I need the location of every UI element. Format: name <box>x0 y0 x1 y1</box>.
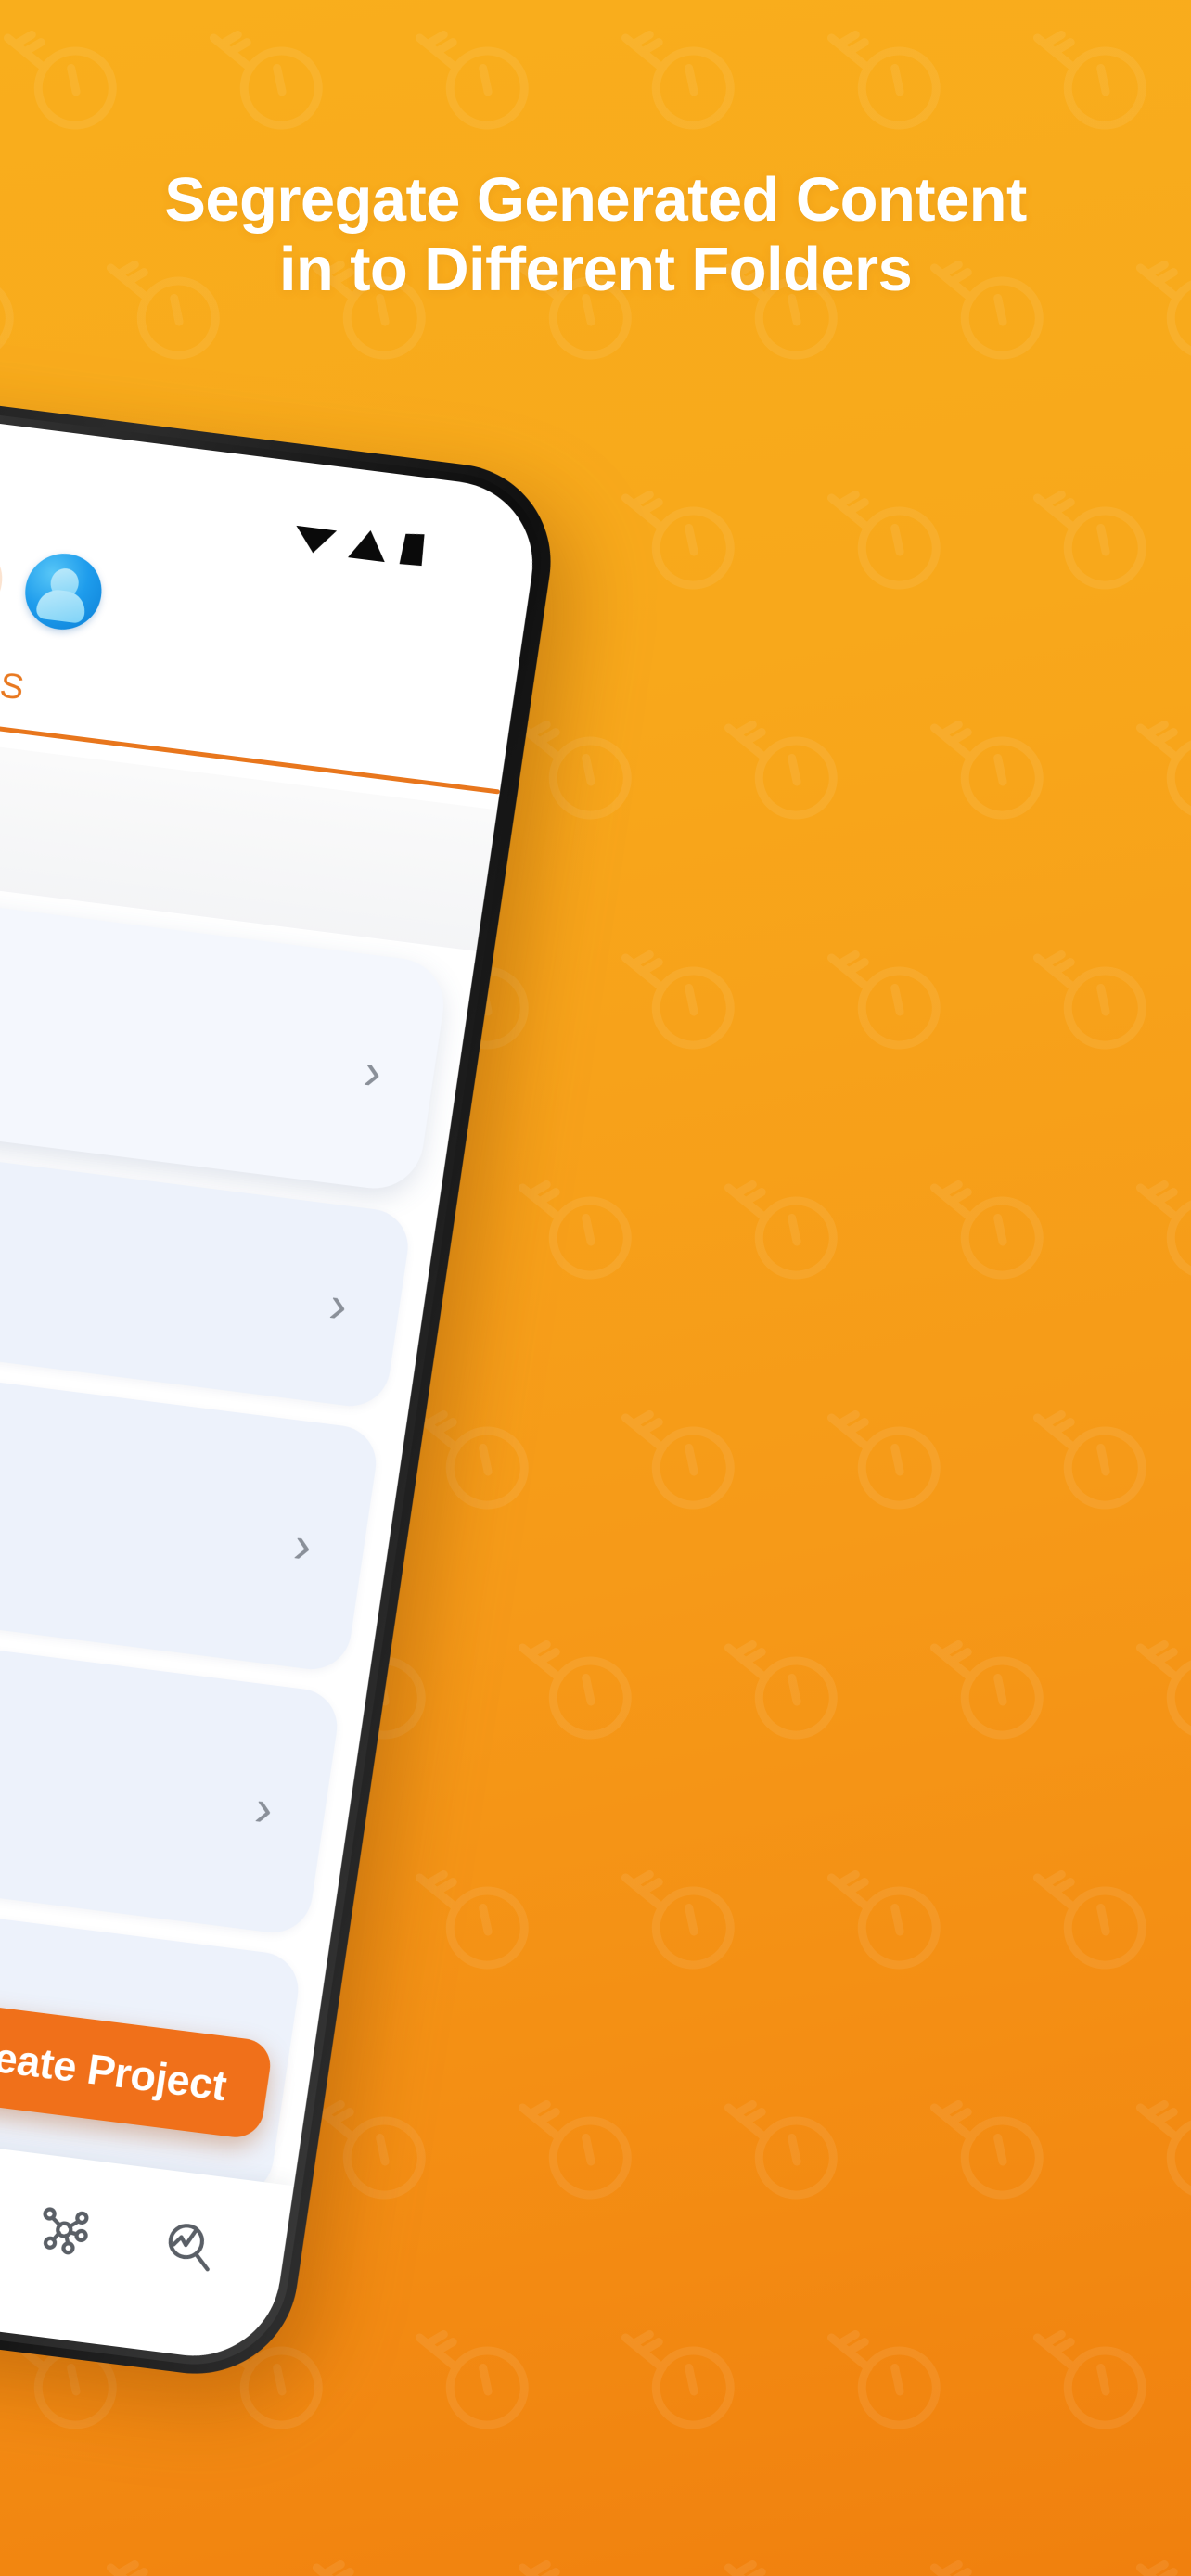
headline-line-2: in to Different Folders <box>278 235 913 305</box>
watermark-icon <box>824 1840 963 1988</box>
watermark-icon <box>412 0 551 148</box>
watermark-icon <box>1133 2530 1191 2576</box>
watermark-icon <box>824 460 963 608</box>
watermark-icon <box>618 1840 757 1988</box>
watermark-icon <box>824 0 963 148</box>
watermark-icon <box>412 1840 551 1988</box>
watermark-icon <box>1030 460 1169 608</box>
project-timestamp: ago <box>0 1499 255 1626</box>
watermark-icon <box>1030 1380 1169 1528</box>
network-hub-icon <box>33 2200 96 2264</box>
watermark-icon <box>721 2530 860 2576</box>
headline-line-1: Segregate Generated Content <box>164 165 1027 235</box>
watermark-icon <box>103 2530 242 2576</box>
watermark-icon <box>1030 2300 1169 2448</box>
watermark-icon <box>927 2070 1066 2218</box>
watermark-icon <box>0 2530 36 2576</box>
watermark-icon <box>618 1380 757 1528</box>
watermark-icon <box>515 1610 654 1758</box>
watermark-icon <box>824 2300 963 2448</box>
search-analytics-icon <box>159 2215 221 2280</box>
watermark-icon <box>1133 2070 1191 2218</box>
watermark-icon <box>515 2070 654 2218</box>
watermark-icon <box>721 2070 860 2218</box>
watermark-icon <box>824 920 963 1068</box>
watermark-icon <box>1030 0 1169 148</box>
chevron-right-icon[interactable]: › <box>251 1778 277 1838</box>
watermark-icon <box>618 2300 757 2448</box>
avatar-body-shape <box>34 587 88 624</box>
watermark-icon <box>1133 690 1191 838</box>
watermark-icon <box>618 920 757 1068</box>
watermark-icon <box>721 690 860 838</box>
wifi-icon <box>291 520 339 561</box>
watermark-icon <box>206 0 345 148</box>
watermark-icon <box>1030 1840 1169 1988</box>
nav-item-network[interactable] <box>27 2193 101 2270</box>
tab-projects[interactable]: PROJECTS <box>0 640 32 709</box>
watermark-icon <box>515 690 654 838</box>
watermark-icon <box>721 1150 860 1298</box>
watermark-icon <box>618 0 757 148</box>
watermark-icon <box>1133 1150 1191 1298</box>
watermark-icon <box>927 690 1066 838</box>
watermark-icon <box>412 2300 551 2448</box>
watermark-icon <box>824 1380 963 1528</box>
watermark-icon <box>0 0 139 148</box>
chevron-right-icon[interactable]: › <box>326 1274 352 1334</box>
create-project-label: Create Project <box>0 2027 230 2110</box>
chevron-right-icon[interactable]: › <box>290 1514 316 1575</box>
project-timestamp: days ago <box>0 1763 216 1889</box>
watermark-icon <box>515 1150 654 1298</box>
watermark-icon <box>309 2530 448 2576</box>
signal-icon <box>346 527 390 567</box>
page-title: Segregate Generated Content in to Differ… <box>0 165 1191 304</box>
watermark-icon <box>309 2070 448 2218</box>
battery-icon <box>398 531 428 572</box>
watermark-icon <box>618 460 757 608</box>
chevron-right-icon[interactable]: › <box>360 1041 386 1102</box>
watermark-icon <box>1133 1610 1191 1758</box>
watermark-icon <box>1030 920 1169 1068</box>
watermark-icon <box>721 1610 860 1758</box>
watermark-icon <box>927 1150 1066 1298</box>
nav-item-search-analytics[interactable] <box>152 2209 226 2286</box>
avatar[interactable] <box>19 549 107 634</box>
watermark-icon <box>927 1610 1066 1758</box>
watermark-icon <box>927 2530 1066 2576</box>
watermark-icon <box>515 2530 654 2576</box>
watermark-icon <box>412 1380 551 1528</box>
